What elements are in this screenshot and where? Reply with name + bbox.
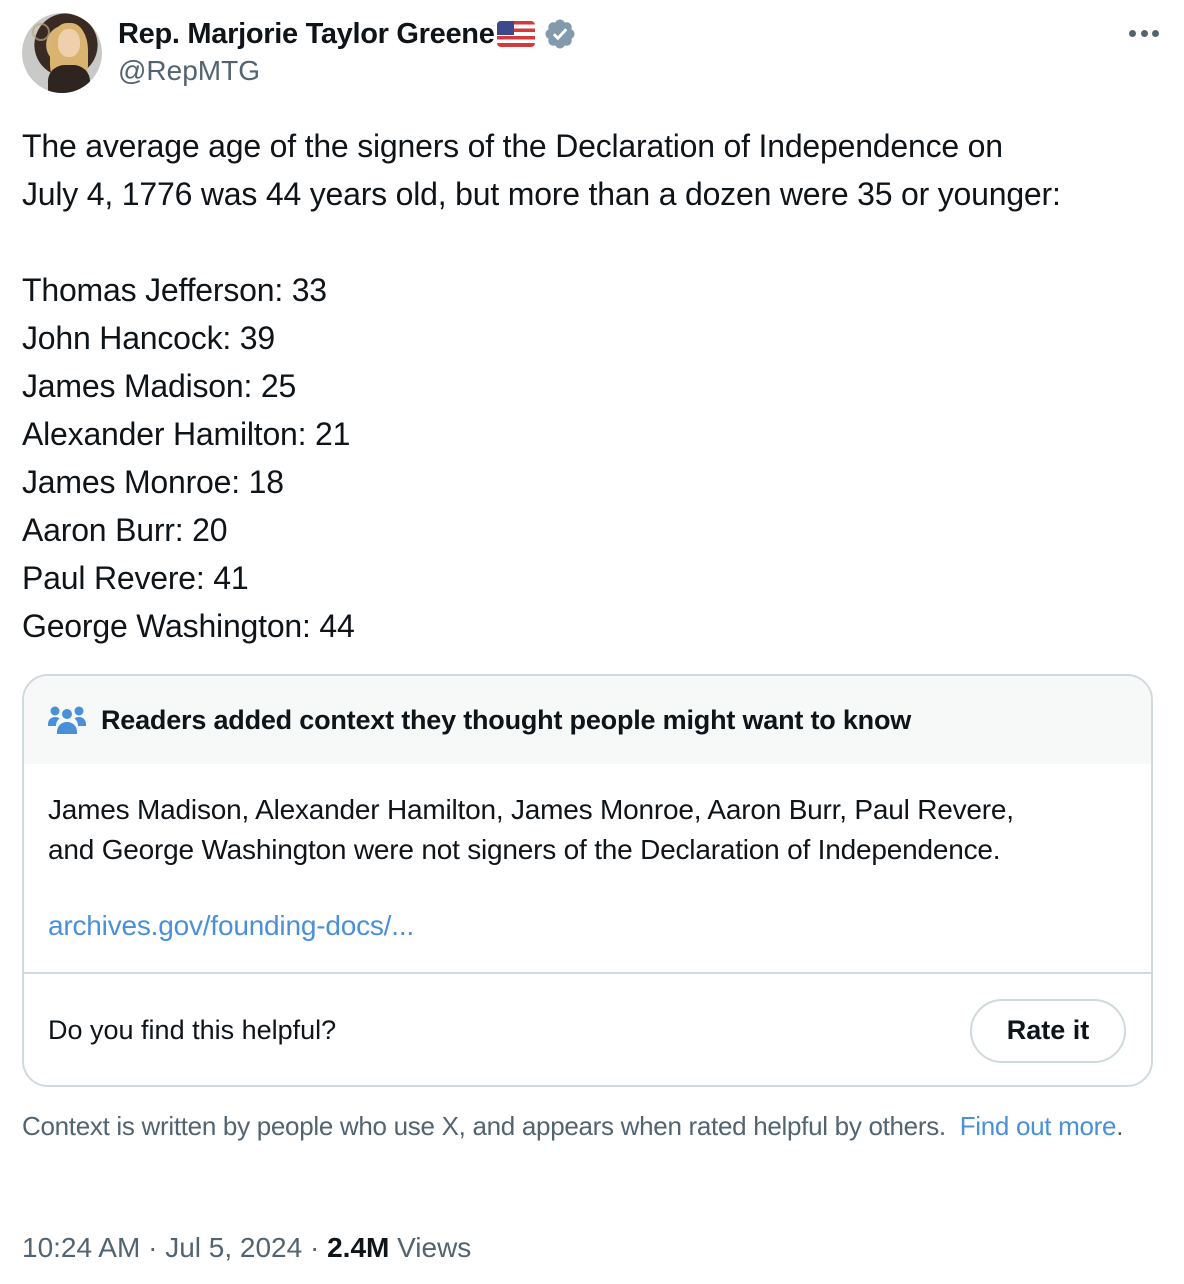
- tweet-list-item: George Washington: 44: [22, 608, 355, 644]
- tweet-list-item: John Hancock: 39: [22, 320, 275, 356]
- community-note-title: Readers added context they thought peopl…: [101, 704, 912, 735]
- avatar-background-emblem: [32, 23, 50, 41]
- community-note-text-line: and George Washington were not signers o…: [48, 834, 1001, 865]
- us-flag-icon: [496, 21, 535, 47]
- views-count: 2.4M: [327, 1232, 390, 1263]
- community-note: Readers added context they thought peopl…: [22, 674, 1153, 1087]
- tweet-meta: 10:24 AM · Jul 5, 2024 · 2.4M Views: [22, 1232, 471, 1264]
- people-group-icon: [48, 706, 86, 734]
- tweet-text: The average age of the signers of the De…: [22, 122, 1162, 650]
- tweet-list-item: James Monroe: 18: [22, 464, 284, 500]
- meta-separator: ·: [309, 1232, 320, 1263]
- verified-badge-icon[interactable]: [543, 17, 577, 51]
- meta-separator: ·: [148, 1232, 158, 1263]
- community-note-text-line: James Madison, Alexander Hamilton, James…: [48, 794, 1014, 825]
- find-out-more-link[interactable]: Find out more: [960, 1111, 1117, 1141]
- community-note-body: James Madison, Alexander Hamilton, James…: [24, 764, 1151, 972]
- tweet-header: Rep. Marjorie Taylor Greene @RepMTG: [22, 13, 1162, 95]
- avatar-face: [58, 29, 80, 57]
- tweet-time[interactable]: 10:24 AM: [22, 1232, 140, 1263]
- disclaimer-suffix: .: [1116, 1111, 1124, 1141]
- community-note-disclaimer: Context is written by people who use X, …: [22, 1107, 1142, 1145]
- author-avatar[interactable]: [22, 13, 102, 93]
- tweet-list-item: Paul Revere: 41: [22, 560, 249, 596]
- author-name-row: Rep. Marjorie Taylor Greene: [118, 17, 577, 51]
- tweet-date[interactable]: Jul 5, 2024: [165, 1232, 302, 1263]
- more-options-icon[interactable]: [1126, 23, 1162, 43]
- disclaimer-text: Context is written by people who use X, …: [22, 1111, 946, 1141]
- tweet-list-item: Thomas Jefferson: 33: [22, 272, 327, 308]
- tweet-list-item: James Madison: 25: [22, 368, 297, 404]
- tweet-intro-line: July 4, 1776 was 44 years old, but more …: [22, 176, 1061, 212]
- community-note-header: Readers added context they thought peopl…: [24, 676, 1151, 764]
- helpful-prompt: Do you find this helpful?: [48, 1015, 337, 1045]
- tweet-list-item: Aaron Burr: 20: [22, 512, 228, 548]
- views-label: Views: [397, 1232, 472, 1263]
- rate-it-button[interactable]: Rate it: [970, 998, 1126, 1063]
- author-display-name[interactable]: Rep. Marjorie Taylor Greene: [118, 18, 495, 51]
- community-note-text: James Madison, Alexander Hamilton, James…: [48, 790, 1127, 870]
- tweet-list-item: Alexander Hamilton: 21: [22, 416, 351, 452]
- community-note-source-link[interactable]: archives.gov/founding-docs/...: [48, 910, 414, 942]
- tweet-intro-line: The average age of the signers of the De…: [22, 128, 1003, 164]
- community-note-footer: Do you find this helpful? Rate it: [24, 974, 1151, 1085]
- avatar-dress: [48, 65, 90, 93]
- author-handle[interactable]: @RepMTG: [118, 55, 260, 87]
